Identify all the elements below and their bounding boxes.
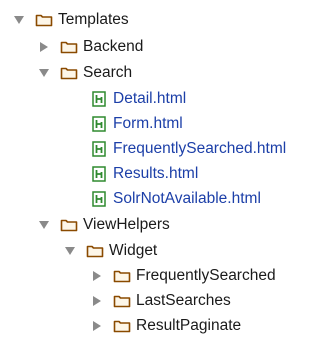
- tree-file-form[interactable]: Form.html: [92, 113, 183, 135]
- folder-label: ViewHelpers: [83, 216, 170, 233]
- tree-node-widget-frequentlysearched[interactable]: FrequentlySearched: [90, 265, 276, 287]
- tree-file-results[interactable]: Results.html: [92, 163, 198, 185]
- folder-label: Backend: [83, 38, 144, 55]
- triangle-right-icon[interactable]: [90, 269, 104, 283]
- file-label: Detail.html: [113, 90, 187, 107]
- tree-node-search[interactable]: Search: [37, 62, 132, 84]
- tree-node-backend[interactable]: Backend: [37, 36, 143, 58]
- triangle-down-icon[interactable]: [63, 244, 77, 258]
- folder-icon: [113, 319, 131, 333]
- file-label: SolrNotAvailable.html: [113, 190, 261, 207]
- file-label: Form.html: [113, 115, 183, 132]
- triangle-down-icon[interactable]: [37, 334, 51, 342]
- folder-label: LastSearches: [136, 292, 231, 309]
- tree-node-viewhelpers[interactable]: ViewHelpers: [37, 214, 170, 236]
- tree-file-frequentlysearched[interactable]: FrequentlySearched.html: [92, 138, 286, 160]
- folder-label: Templates: [58, 11, 129, 28]
- folder-icon: [86, 244, 104, 258]
- html-file-icon: [92, 166, 106, 182]
- folder-icon: [60, 218, 78, 232]
- folder-label: ResultPaginate: [136, 317, 242, 334]
- html-file-icon: [92, 116, 106, 132]
- file-label: Results.html: [113, 165, 199, 182]
- tree-node-templates[interactable]: Templates: [12, 9, 129, 31]
- tree-node-widget-resultpaginate[interactable]: ResultPaginate: [90, 315, 241, 337]
- folder-label: Search: [83, 64, 133, 81]
- folder-icon: [113, 294, 131, 308]
- tree-node-widget[interactable]: Widget: [63, 240, 157, 262]
- html-file-icon: [92, 91, 106, 107]
- triangle-down-icon[interactable]: [12, 13, 26, 27]
- triangle-right-icon[interactable]: [37, 40, 51, 54]
- tree-file-solrnotavailable[interactable]: SolrNotAvailable.html: [92, 188, 261, 210]
- triangle-right-icon[interactable]: [90, 319, 104, 333]
- folder-icon: [113, 269, 131, 283]
- folder-icon: [35, 13, 53, 27]
- file-tree: Templates Backend Search Detail.html For…: [0, 0, 321, 342]
- tree-file-detail[interactable]: Detail.html: [92, 88, 186, 110]
- triangle-down-icon[interactable]: [37, 218, 51, 232]
- tree-node-widget-lastsearches[interactable]: LastSearches: [90, 290, 231, 312]
- file-label: FrequentlySearched.html: [113, 140, 287, 157]
- folder-label: Widget: [109, 242, 158, 259]
- triangle-down-icon[interactable]: [37, 66, 51, 80]
- folder-icon: [60, 40, 78, 54]
- html-file-icon: [92, 141, 106, 157]
- triangle-right-icon[interactable]: [90, 294, 104, 308]
- folder-icon: [60, 66, 78, 80]
- html-file-icon: [92, 191, 106, 207]
- folder-label: FrequentlySearched: [136, 267, 276, 284]
